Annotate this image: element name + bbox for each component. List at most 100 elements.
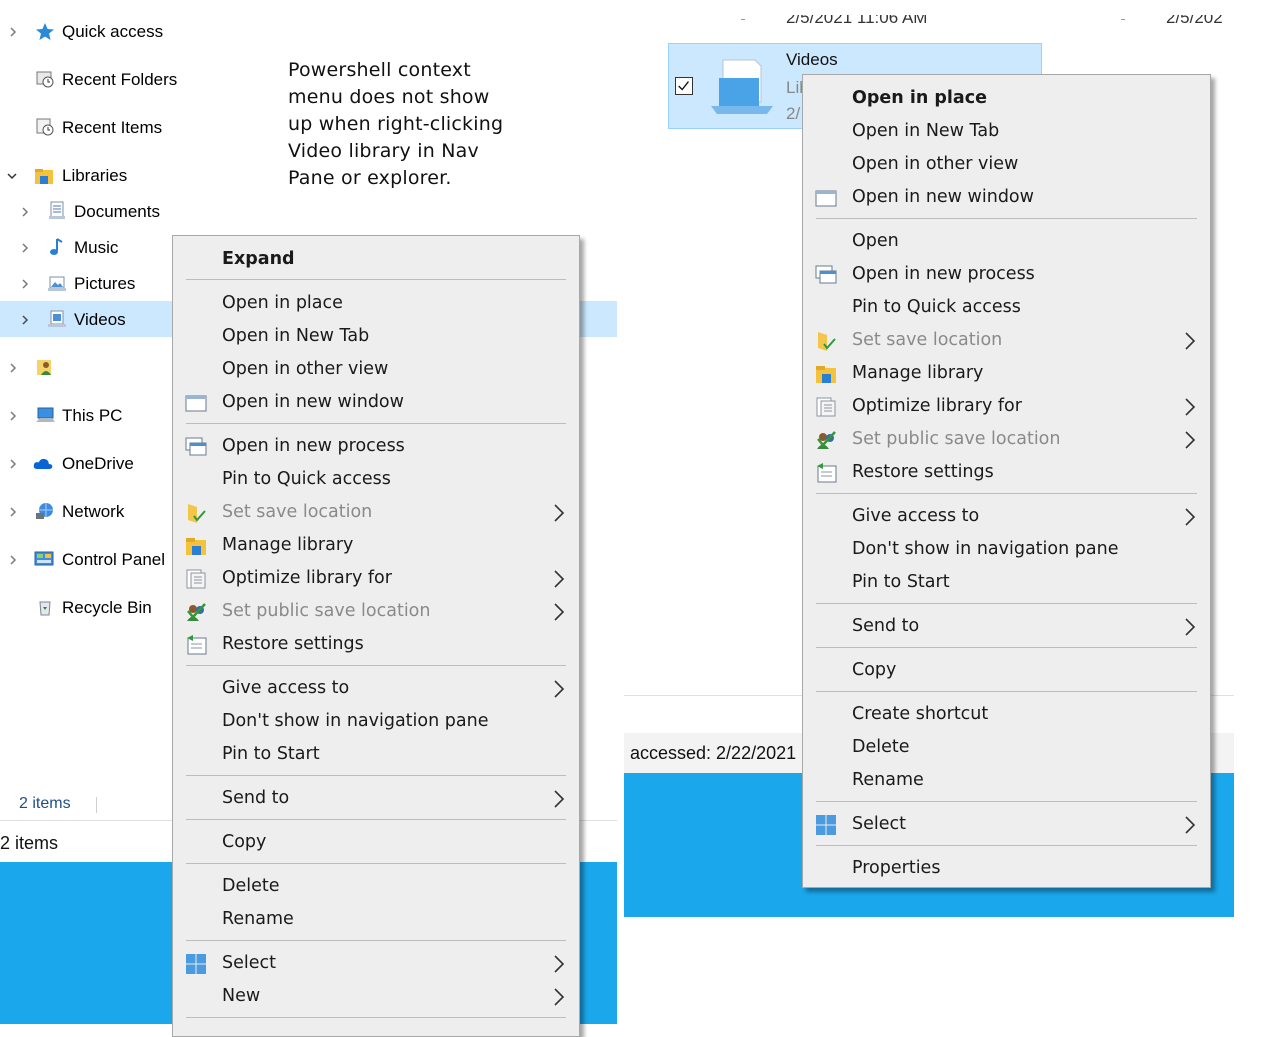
nav-item-this-pc[interactable]: This PC xyxy=(0,398,170,434)
menu-item-pin-to-quick-access[interactable]: Pin to Quick access xyxy=(173,463,579,496)
chevron-right-icon[interactable] xyxy=(8,555,18,565)
menu-item-label: Set public save location xyxy=(222,601,431,621)
menu-item-delete[interactable]: Delete xyxy=(173,870,579,903)
menu-item-open[interactable]: Open xyxy=(803,225,1210,258)
save-location-icon xyxy=(818,332,836,351)
recent-items-icon xyxy=(36,118,54,136)
nav-item-recent-items[interactable]: Recent Items xyxy=(0,110,170,146)
window-icon xyxy=(185,395,207,412)
select-grid-icon xyxy=(186,954,206,974)
menu-item-restore-settings[interactable]: Restore settings xyxy=(173,628,579,661)
menu-item-copy[interactable]: Copy xyxy=(173,826,579,859)
menu-item-copy[interactable]: Copy xyxy=(803,654,1210,687)
chevron-right-icon[interactable] xyxy=(20,243,30,253)
menu-separator xyxy=(186,279,566,280)
date-accessed: accessed: 2/22/2021 xyxy=(630,743,797,763)
menu-item-send-to[interactable]: Send to xyxy=(173,782,579,815)
menu-item-open-in-new-tab[interactable]: Open in New Tab xyxy=(173,320,579,353)
nav-item-label: Libraries xyxy=(62,166,128,185)
nav-item-libraries[interactable]: Libraries xyxy=(0,158,170,194)
menu-item-set-save-location[interactable]: Set save location xyxy=(173,496,579,529)
chevron-right-icon[interactable] xyxy=(8,507,18,517)
menu-item-give-access-to[interactable]: Give access to xyxy=(173,672,579,705)
nav-item-label: Videos xyxy=(74,310,126,329)
menu-item-properties[interactable]: Properties xyxy=(803,852,1210,885)
selection-checkbox[interactable] xyxy=(675,77,693,95)
menu-item-pin-to-start[interactable]: Pin to Start xyxy=(803,566,1210,599)
menu-item-open-in-new-window[interactable]: Open in new window xyxy=(803,181,1210,214)
menu-item-create-shortcut[interactable]: Create shortcut xyxy=(803,698,1210,731)
nav-item-music[interactable]: Music xyxy=(0,230,170,266)
menu-item-label: Open in other view xyxy=(852,154,1019,174)
menu-item-label: Pin to Quick access xyxy=(222,469,391,489)
chevron-right-icon[interactable] xyxy=(8,363,18,373)
menu-item-rename[interactable]: Rename xyxy=(803,764,1210,797)
menu-item-dont-show-in-navigation-pane[interactable]: Don't show in navigation pane xyxy=(173,705,579,738)
menu-item-label: Rename xyxy=(852,770,924,790)
chevron-right-icon[interactable] xyxy=(8,459,18,469)
menu-item-label: Send to xyxy=(852,616,920,636)
menu-item-open-in-place[interactable]: Open in place xyxy=(173,287,579,320)
menu-item-select[interactable]: Select xyxy=(173,947,579,980)
nav-item-onedrive[interactable]: OneDrive xyxy=(0,446,170,482)
menu-item-open-in-new-process[interactable]: Open in new process xyxy=(173,430,579,463)
menu-item-optimize-library-for[interactable]: Optimize library for xyxy=(173,562,579,595)
chevron-right-icon[interactable] xyxy=(20,315,30,325)
note-line: Powershell context xyxy=(288,59,471,81)
menu-item-expand[interactable]: Expand xyxy=(173,243,579,276)
menu-item-label: Select xyxy=(852,814,906,834)
nav-item-videos[interactable]: Videos xyxy=(0,302,170,338)
dash-mark xyxy=(1121,19,1125,20)
nav-item-recent-folders[interactable]: Recent Folders xyxy=(0,62,177,98)
menu-item-open-in-other-view[interactable]: Open in other view xyxy=(173,353,579,386)
menu-item-label: Manage library xyxy=(222,535,354,555)
menu-item-manage-library[interactable]: Manage library xyxy=(173,529,579,562)
menu-item-pin-to-quick-access[interactable]: Pin to Quick access xyxy=(803,291,1210,324)
nav-item-user-folder[interactable] xyxy=(0,350,170,386)
menu-item-label: Optimize library for xyxy=(852,396,1022,416)
status-item-count: 2 items xyxy=(19,795,71,812)
menu-item-select[interactable]: Select xyxy=(803,808,1210,841)
nav-item-documents[interactable]: Documents xyxy=(0,194,170,230)
menu-item-optimize-library-for[interactable]: Optimize library for xyxy=(803,390,1210,423)
chevron-right-icon[interactable] xyxy=(8,411,18,421)
menu-item-dont-show-in-navigation-pane[interactable]: Don't show in navigation pane xyxy=(803,533,1210,566)
menu-item-label: Select xyxy=(222,953,276,973)
menu-separator xyxy=(816,801,1197,802)
menu-item-manage-library[interactable]: Manage library xyxy=(803,357,1210,390)
file-name: Videos xyxy=(786,50,838,69)
documents-icon xyxy=(49,201,65,219)
menu-item-set-public-save-location[interactable]: Set public save location xyxy=(173,595,579,628)
menu-item-pin-to-start[interactable]: Pin to Start xyxy=(173,738,579,771)
menu-item-new[interactable]: New xyxy=(173,980,579,1013)
menu-item-set-save-location[interactable]: Set save location xyxy=(803,324,1210,357)
recycle-bin-icon xyxy=(39,601,51,616)
menu-item-restore-settings[interactable]: Restore settings xyxy=(803,456,1210,489)
menu-item-give-access-to[interactable]: Give access to xyxy=(803,500,1210,533)
menu-item-open-in-new-process[interactable]: Open in new process xyxy=(803,258,1210,291)
chevron-right-icon[interactable] xyxy=(20,207,30,217)
menu-item-open-in-other-view[interactable]: Open in other view xyxy=(803,148,1210,181)
chevron-down-icon[interactable] xyxy=(7,171,17,181)
menu-item-set-public-save-location[interactable]: Set public save location xyxy=(803,423,1210,456)
nav-item-network[interactable]: Network xyxy=(0,494,170,530)
menu-item-open-in-place[interactable]: Open in place xyxy=(803,82,1210,115)
menu-item-delete[interactable]: Delete xyxy=(803,731,1210,764)
nav-item-pictures[interactable]: Pictures xyxy=(0,266,170,302)
nav-item-label: Control Panel xyxy=(62,550,166,569)
chevron-right-icon[interactable] xyxy=(8,27,18,37)
menu-item-open-in-new-window[interactable]: Open in new window xyxy=(173,386,579,419)
menu-item-label: Properties xyxy=(852,858,941,878)
menu-item-open-in-new-tab[interactable]: Open in New Tab xyxy=(803,115,1210,148)
menu-item-label: Open in new window xyxy=(852,187,1034,207)
nav-item-recycle-bin[interactable]: Recycle Bin xyxy=(0,590,170,626)
nav-item-quick-access[interactable]: Quick access xyxy=(0,14,170,50)
date-modified-partial: 2/5/2021 11:06 AM xyxy=(786,8,928,27)
menu-item-send-to[interactable]: Send to xyxy=(803,610,1210,643)
menu-separator xyxy=(186,819,566,820)
chevron-right-icon[interactable] xyxy=(20,279,30,289)
menu-item-label: Pin to Quick access xyxy=(852,297,1021,317)
menu-item-label: Open in place xyxy=(852,88,987,108)
nav-item-control-panel[interactable]: Control Panel xyxy=(0,542,170,578)
menu-item-rename[interactable]: Rename xyxy=(173,903,579,936)
